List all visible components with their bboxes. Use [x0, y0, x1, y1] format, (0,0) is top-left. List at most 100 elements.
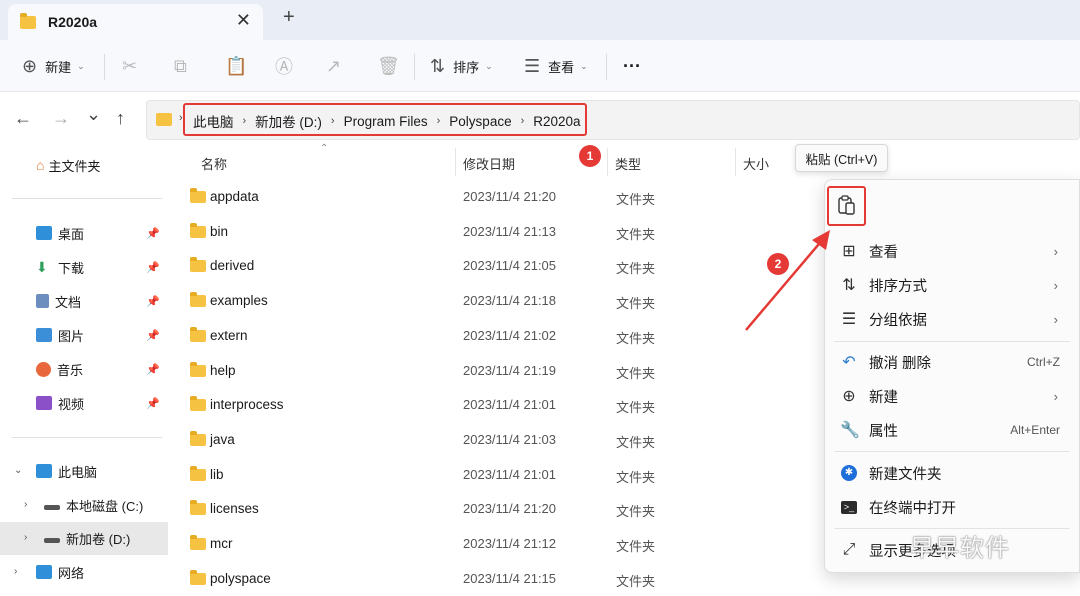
- breadcrumb-item[interactable]: R2020a: [533, 114, 580, 129]
- close-icon[interactable]: ✕: [236, 10, 251, 31]
- file-date: 2023/11/4 21:19: [463, 362, 557, 378]
- cut-button[interactable]: ✂: [122, 40, 137, 92]
- menu-item-new[interactable]: ⊕ 新建 ›: [824, 379, 1080, 413]
- paste-button[interactable]: 📋: [225, 40, 247, 92]
- sidebar-item-documents[interactable]: 文档 📌: [0, 285, 168, 317]
- annotation-badge-1: 1: [579, 145, 601, 167]
- pin-icon[interactable]: 📌: [146, 295, 160, 308]
- chevron-right-icon[interactable]: ›: [14, 566, 17, 577]
- delete-button[interactable]: 🗑: [377, 40, 400, 92]
- tab-r2020a[interactable]: R2020a ✕: [8, 4, 263, 40]
- recent-locations-button[interactable]: ⌄: [86, 104, 101, 125]
- chevron-down-icon: ⌄: [485, 60, 493, 71]
- file-row[interactable]: appdata 2023/11/4 21:20 文件夹: [168, 180, 808, 215]
- menu-item-properties[interactable]: 🔧 属性 Alt+Enter: [824, 413, 1080, 447]
- file-date: 2023/11/4 21:02: [463, 327, 557, 343]
- breadcrumb-item[interactable]: 此电脑: [193, 111, 234, 131]
- menu-item-undo-delete[interactable]: ↶ 撤消 删除 Ctrl+Z: [824, 345, 1080, 379]
- folder-icon: [190, 222, 206, 238]
- sidebar-item-drive-d[interactable]: › 新加卷 (D:): [0, 522, 168, 555]
- sidebar-item-desktop[interactable]: 桌面 📌: [0, 217, 168, 249]
- back-button[interactable]: ←: [14, 108, 32, 129]
- new-tab-button[interactable]: +: [283, 6, 295, 29]
- forward-button[interactable]: →: [52, 108, 70, 129]
- column-header-type[interactable]: 类型: [615, 154, 641, 182]
- file-row[interactable]: mcr 2023/11/4 21:12 文件夹: [168, 527, 808, 562]
- column-header-modified[interactable]: 修改日期: [463, 154, 515, 182]
- menu-item-label: 排序方式: [869, 278, 927, 295]
- paste-icon[interactable]: [838, 195, 856, 215]
- file-row[interactable]: extern 2023/11/4 21:02 文件夹: [168, 319, 808, 354]
- column-header-size[interactable]: 大小: [743, 154, 769, 182]
- pin-icon[interactable]: 📌: [146, 261, 160, 274]
- menu-item-view[interactable]: ⊞ 查看 ›: [824, 234, 1080, 268]
- sidebar-item-downloads[interactable]: ⬇ 下载 📌: [0, 251, 168, 283]
- rename-button[interactable]: Ⓐ: [275, 40, 293, 92]
- more-options-button[interactable]: ···: [623, 40, 641, 92]
- chevron-right-icon: ›: [330, 115, 335, 127]
- file-row[interactable]: examples 2023/11/4 21:18 文件夹: [168, 284, 808, 319]
- new-folder-icon: ✱: [841, 465, 857, 481]
- folder-icon: [190, 535, 206, 550]
- file-row[interactable]: derived 2023/11/4 21:05 文件夹: [168, 249, 808, 284]
- chevron-right-icon[interactable]: ›: [24, 532, 27, 543]
- menu-item-open-terminal[interactable]: >_ 在终端中打开: [824, 490, 1080, 524]
- chevron-down-icon[interactable]: ⌄: [14, 465, 22, 476]
- pin-icon[interactable]: 📌: [146, 329, 160, 342]
- breadcrumb-item[interactable]: Program Files: [344, 114, 428, 129]
- chevron-down-icon: ⌄: [77, 60, 85, 71]
- sidebar-item-label: 网络: [58, 565, 85, 581]
- menu-item-group-by[interactable]: ☰ 分组依据 ›: [824, 302, 1080, 336]
- pin-icon[interactable]: 📌: [146, 363, 160, 376]
- file-row[interactable]: bin 2023/11/4 21:13 文件夹: [168, 215, 808, 250]
- folder-icon: [190, 465, 206, 481]
- pin-icon[interactable]: 📌: [146, 397, 160, 410]
- column-divider[interactable]: [735, 148, 736, 176]
- sidebar-item-videos[interactable]: 视频 📌: [0, 387, 168, 419]
- sidebar-item-music[interactable]: 音乐 📌: [0, 353, 168, 385]
- sidebar-item-home[interactable]: ⌂ 主文件夹: [0, 149, 168, 181]
- menu-item-sort-by[interactable]: ⇅ 排序方式 ›: [824, 268, 1080, 302]
- list-icon: ☰: [524, 55, 541, 76]
- view-button[interactable]: ☰ 查看 ⌄: [524, 40, 588, 92]
- copy-button[interactable]: ⧉: [174, 40, 187, 92]
- sidebar-item-label: 主文件夹: [48, 158, 101, 174]
- file-name: polyspace: [210, 570, 271, 586]
- file-row[interactable]: polyspace 2023/11/4 21:15 文件夹: [168, 562, 808, 596]
- view-label: 查看: [548, 59, 575, 75]
- sort-button[interactable]: ⇅ 排序 ⌄: [430, 40, 493, 92]
- file-row[interactable]: help 2023/11/4 21:19 文件夹: [168, 354, 808, 389]
- chevron-right-icon[interactable]: ›: [24, 499, 27, 510]
- new-button[interactable]: ⊕ 新建 ⌄: [22, 40, 85, 92]
- trash-icon: 🗑: [377, 55, 400, 76]
- file-row[interactable]: java 2023/11/4 21:03 文件夹: [168, 423, 808, 458]
- sidebar-item-label: 此电脑: [58, 464, 98, 480]
- breadcrumb-item[interactable]: 新加卷 (D:): [255, 111, 322, 131]
- sidebar-item-drive-c[interactable]: › 本地磁盘 (C:): [0, 489, 168, 521]
- file-row[interactable]: licenses 2023/11/4 21:20 文件夹: [168, 492, 808, 527]
- share-button[interactable]: ↗: [326, 40, 341, 92]
- sidebar-item-network[interactable]: › 网络: [0, 556, 168, 588]
- copy-icon: ⧉: [174, 55, 187, 76]
- column-divider[interactable]: [455, 148, 456, 176]
- chevron-right-icon: ›: [1053, 388, 1058, 404]
- file-row[interactable]: lib 2023/11/4 21:01 文件夹: [168, 458, 808, 493]
- folder-icon: [190, 326, 206, 342]
- file-row[interactable]: interprocess 2023/11/4 21:01 文件夹: [168, 388, 808, 423]
- column-header-name[interactable]: 名称: [201, 154, 227, 182]
- terminal-icon: >_: [841, 500, 857, 514]
- folder-icon: [190, 569, 206, 585]
- sidebar-item-this-pc[interactable]: ⌄ 此电脑: [0, 455, 168, 487]
- menu-item-new-folder[interactable]: ✱ 新建文件夹: [824, 456, 1080, 490]
- scissors-icon: ✂: [122, 55, 138, 76]
- column-divider[interactable]: [607, 148, 608, 176]
- file-type: 文件夹: [616, 573, 656, 589]
- pin-icon[interactable]: 📌: [146, 227, 160, 240]
- breadcrumb-item[interactable]: Polyspace: [449, 114, 511, 129]
- home-icon: ⌂: [36, 157, 45, 173]
- sidebar-item-pictures[interactable]: 图片 📌: [0, 319, 168, 351]
- up-button[interactable]: ↑: [116, 108, 125, 129]
- menu-divider: [834, 341, 1070, 342]
- rename-icon: Ⓐ: [275, 57, 293, 77]
- new-label: 新建: [45, 59, 72, 75]
